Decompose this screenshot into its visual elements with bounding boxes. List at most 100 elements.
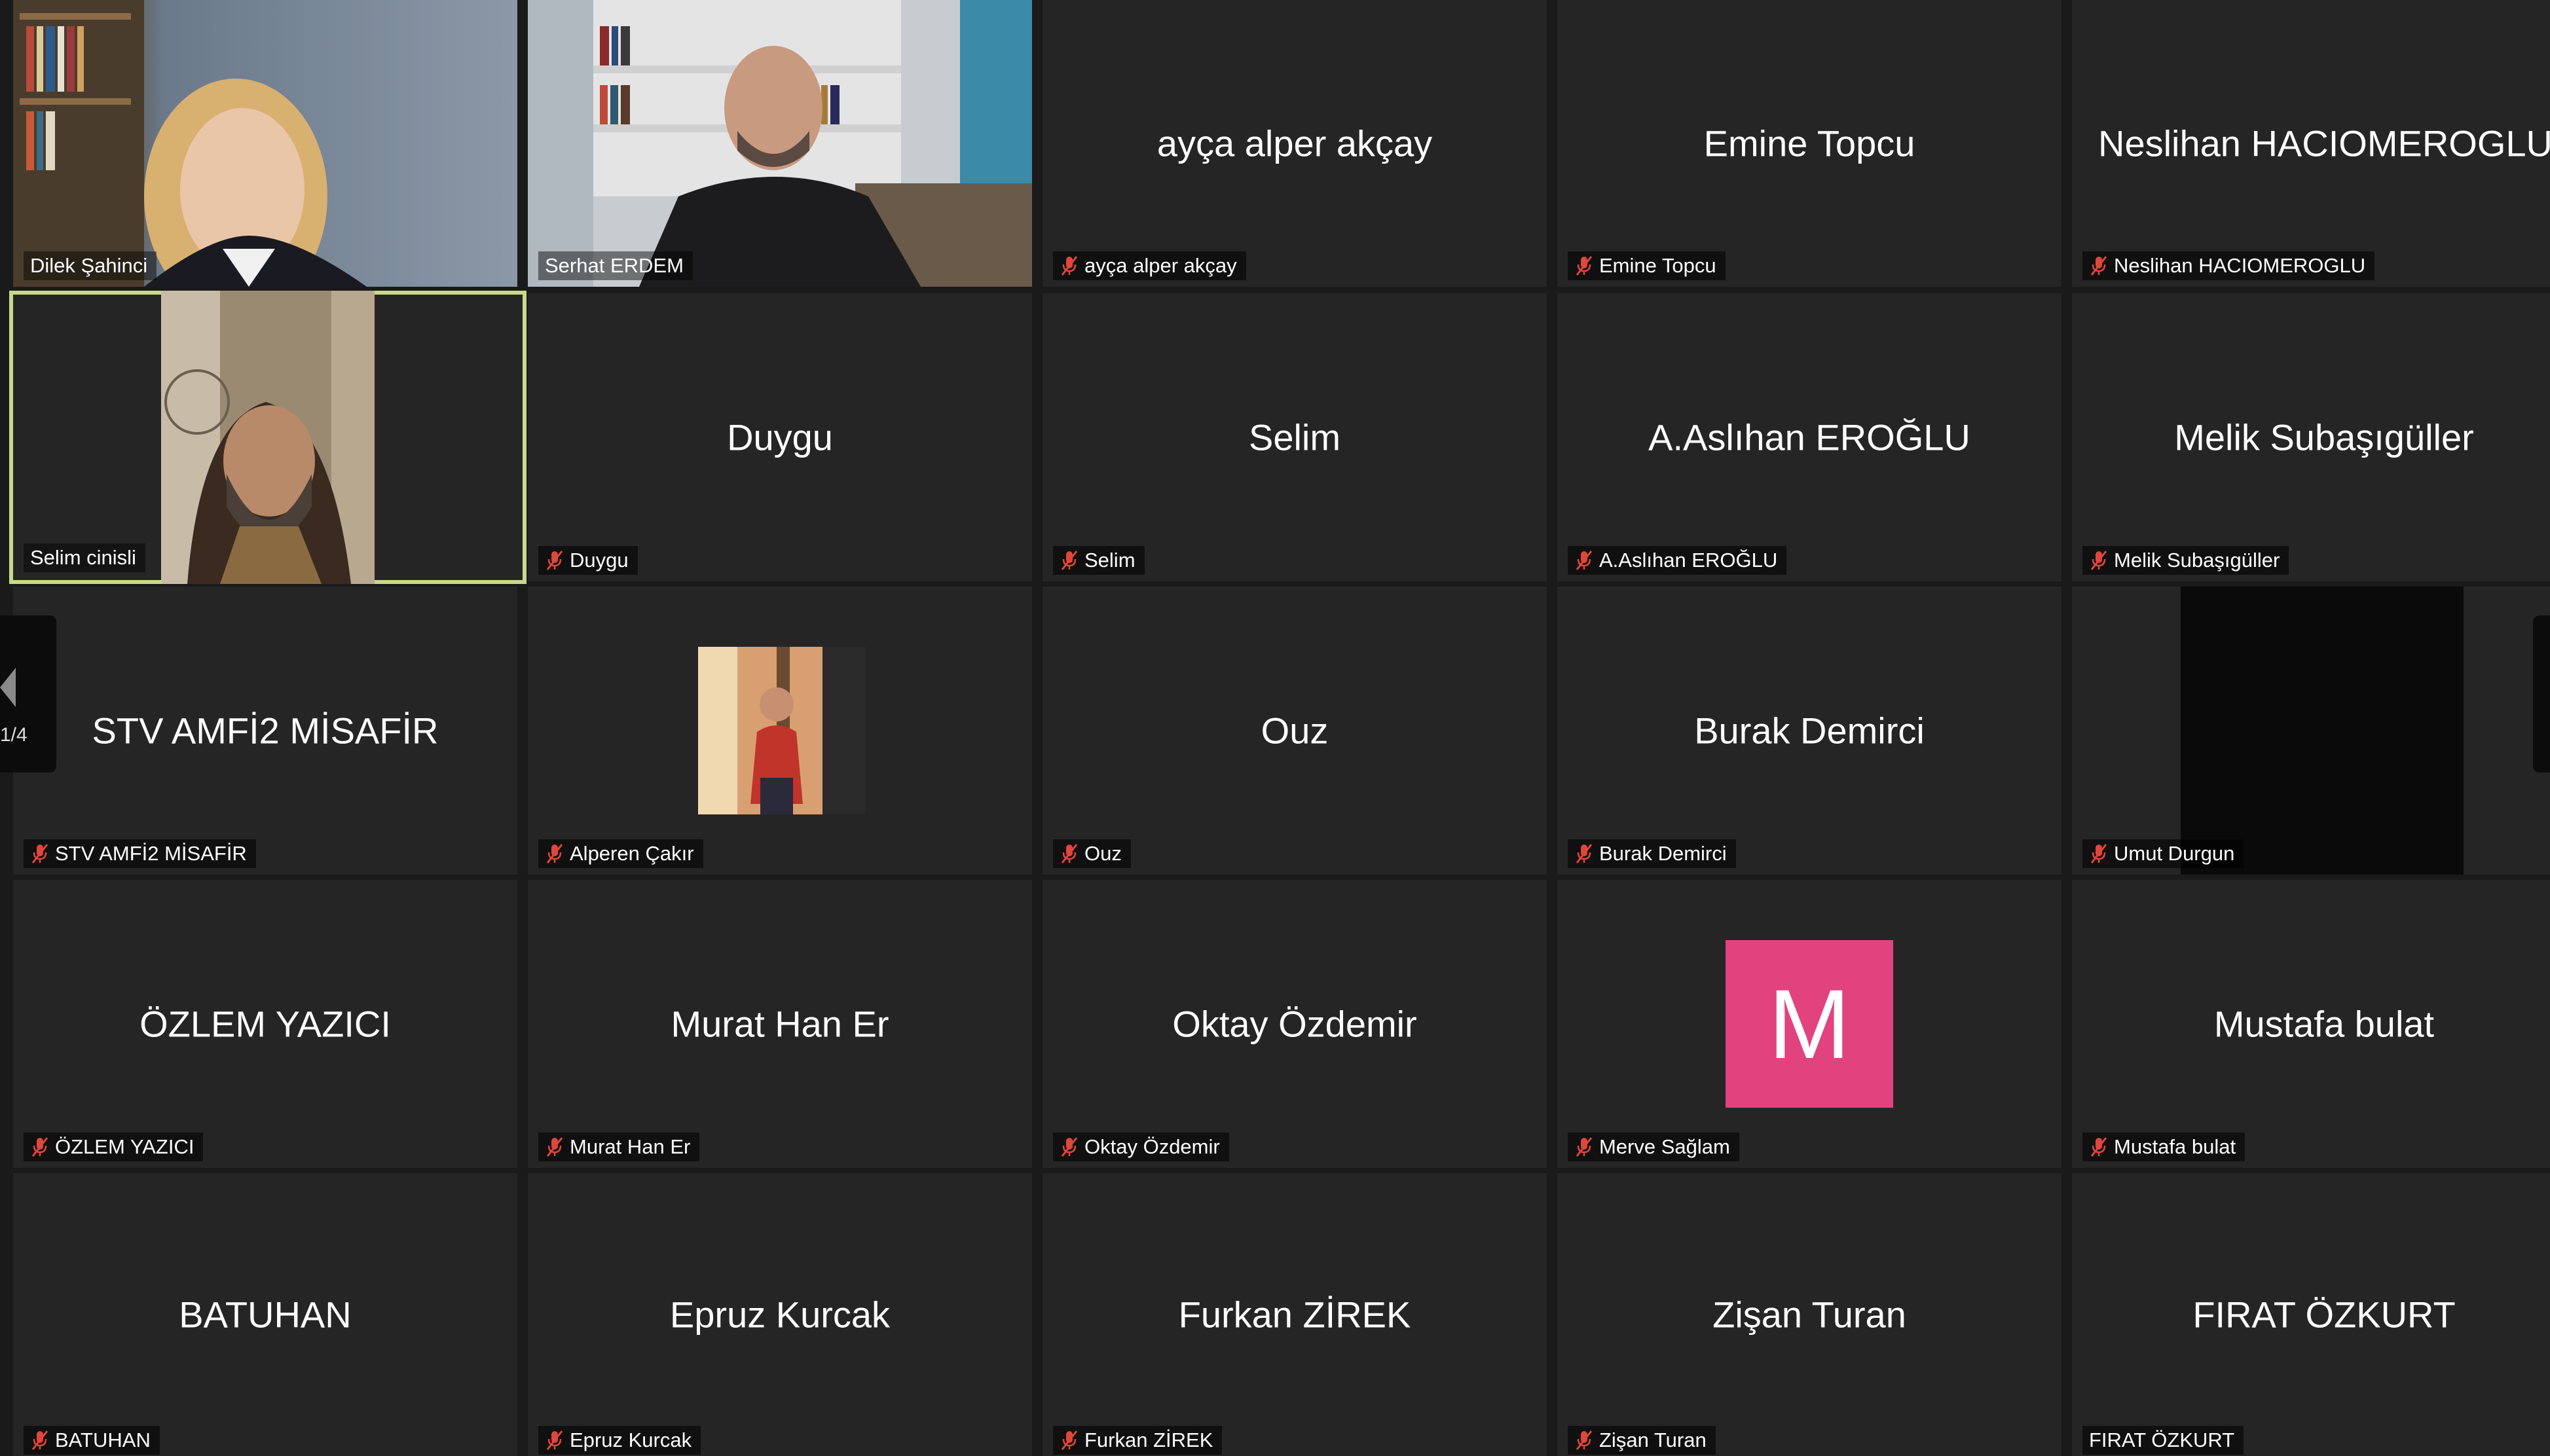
- participant-display-name: BATUHAN: [179, 1294, 352, 1336]
- participant-name-label: Oktay Özdemir: [1053, 1133, 1229, 1161]
- participant-display-name: Melik Subaşıgüller: [2174, 416, 2474, 458]
- participant-display-name: Duygu: [727, 416, 833, 458]
- participant-name: Murat Han Er: [570, 1135, 691, 1158]
- participant-name-label: BATUHAN: [24, 1426, 160, 1455]
- muted-microphone-icon: [1061, 256, 1078, 276]
- muted-microphone-icon: [546, 551, 563, 570]
- participant-name: Selim: [1084, 549, 1136, 572]
- participant-name-label: Mustafa bulat: [2082, 1133, 2245, 1161]
- video-tile-oktay[interactable]: Oktay Özdemir Oktay Özdemir: [1043, 880, 1547, 1168]
- participant-name: Alperen Çakır: [570, 842, 694, 865]
- participant-display-name: A.Aslıhan EROĞLU: [1648, 416, 1970, 458]
- muted-microphone-icon: [31, 844, 48, 864]
- video-tile-dilek[interactable]: Dilek Şahinci: [13, 0, 517, 287]
- participant-name-label: Merve Sağlam: [1568, 1133, 1739, 1161]
- participant-display-name: Emine Topcu: [1703, 122, 1915, 164]
- participant-display-name: Murat Han Er: [671, 1003, 889, 1045]
- video-tile-umut[interactable]: Umut Durgun: [2072, 587, 2550, 875]
- participant-display-name: ayça alper akçay: [1156, 122, 1433, 164]
- chevron-left-icon: [0, 668, 16, 707]
- participant-name-label: Ouz: [1053, 839, 1131, 868]
- participant-name: Epruz Kurcak: [570, 1429, 692, 1451]
- muted-microphone-icon: [1061, 1137, 1078, 1157]
- participant-name: Selim cinisli: [30, 546, 136, 569]
- participant-name: ayça alper akçay: [1084, 254, 1237, 277]
- participant-name-label: Emine Topcu: [1568, 251, 1726, 280]
- participant-video-frame: [13, 0, 367, 287]
- participant-name-label: Alperen Çakır: [538, 839, 703, 868]
- participant-name-label: Melik Subaşıgüller: [2082, 546, 2289, 575]
- muted-microphone-icon: [2090, 256, 2107, 276]
- video-tile-duygu[interactable]: Duygu Duygu: [528, 293, 1032, 581]
- participant-name-label: ayça alper akçay: [1053, 251, 1246, 280]
- participant-display-name: Ouz: [1261, 710, 1329, 752]
- participant-name-label: STV AMFİ2 MİSAFİR: [24, 839, 256, 868]
- muted-microphone-icon: [2090, 844, 2107, 864]
- participant-display-name: ÖZLEM YAZICI: [139, 1003, 391, 1045]
- participant-display-name: STV AMFİ2 MİSAFİR: [92, 710, 439, 752]
- next-page-button[interactable]: [2533, 615, 2550, 773]
- video-tile-mustafa[interactable]: Mustafa bulat Mustafa bulat: [2072, 880, 2550, 1168]
- muted-microphone-icon: [546, 1430, 563, 1450]
- muted-microphone-icon: [1576, 844, 1593, 864]
- video-tile-zisan[interactable]: Zişan Turan Zişan Turan: [1557, 1173, 2061, 1456]
- video-tile-emine[interactable]: Emine Topcu Emine Topcu: [1557, 0, 2061, 287]
- muted-microphone-icon: [546, 844, 563, 864]
- participant-video-frame: [528, 0, 1032, 287]
- profile-picture: [698, 647, 866, 814]
- participant-name-label: Epruz Kurcak: [538, 1426, 701, 1455]
- video-tile-batuhan[interactable]: BATUHAN BATUHAN: [13, 1173, 517, 1456]
- participant-name: A.Aslıhan EROĞLU: [1599, 549, 1778, 572]
- participant-name: Furkan ZİREK: [1084, 1429, 1213, 1451]
- muted-microphone-icon: [1061, 844, 1078, 864]
- participant-name: Mustafa bulat: [2114, 1135, 2236, 1158]
- video-tile-merve[interactable]: M Merve Sağlam: [1557, 880, 2061, 1168]
- participant-name: ÖZLEM YAZICI: [55, 1135, 194, 1158]
- participant-name-label: Furkan ZİREK: [1053, 1426, 1223, 1455]
- participant-name: Neslihan HACIOMEROGLU: [2114, 254, 2366, 277]
- video-tile-stv-amfi2[interactable]: STV AMFİ2 MİSAFİR STV AMFİ2 MİSAFİR: [13, 587, 517, 875]
- participant-name-label: Zişan Turan: [1568, 1426, 1716, 1455]
- muted-microphone-icon: [1576, 256, 1593, 276]
- video-tile-selim-cinisli[interactable]: Selim cinisli: [9, 291, 527, 584]
- participant-display-name: Zişan Turan: [1712, 1294, 1906, 1336]
- video-tile-epruz[interactable]: Epruz Kurcak Epruz Kurcak: [528, 1173, 1032, 1456]
- participant-name-label: Serhat ERDEM: [538, 251, 693, 280]
- participant-name: Duygu: [570, 549, 629, 572]
- previous-page-button[interactable]: 1/4: [0, 615, 56, 773]
- video-tile-burak[interactable]: Burak Demirci Burak Demirci: [1557, 587, 2061, 875]
- participant-display-name: Epruz Kurcak: [669, 1294, 891, 1336]
- video-tile-neslihan[interactable]: Neslihan HACIOMEROGLU Neslihan HACIOMERO…: [2072, 0, 2550, 287]
- participant-name: Melik Subaşıgüller: [2114, 549, 2280, 572]
- participant-name-label: Selim cinisli: [24, 543, 145, 572]
- participant-name-label: Selim: [1053, 546, 1145, 575]
- muted-microphone-icon: [546, 1137, 563, 1157]
- muted-microphone-icon: [2090, 1137, 2107, 1157]
- video-tile-aslihan[interactable]: A.Aslıhan EROĞLU A.Aslıhan EROĞLU: [1557, 293, 2061, 581]
- participant-name: FIRAT ÖZKURT: [2089, 1429, 2235, 1451]
- video-tile-selim[interactable]: Selim Selim: [1043, 293, 1547, 581]
- participant-name: Zişan Turan: [1599, 1429, 1707, 1451]
- participant-name-label: Umut Durgun: [2082, 839, 2244, 868]
- participant-video: [13, 0, 517, 287]
- participant-video: [161, 291, 375, 584]
- video-tile-serhat[interactable]: Serhat ERDEM: [528, 0, 1032, 287]
- video-tile-ayca[interactable]: ayça alper akçay ayça alper akçay: [1043, 0, 1547, 287]
- video-tile-furkan[interactable]: Furkan ZİREK Furkan ZİREK: [1043, 1173, 1547, 1456]
- video-tile-murat[interactable]: Murat Han Er Murat Han Er: [528, 880, 1032, 1168]
- participant-name: Umut Durgun: [2114, 842, 2235, 865]
- participant-name-label: ÖZLEM YAZICI: [24, 1133, 204, 1161]
- video-tile-alperen[interactable]: Alperen Çakır: [528, 587, 1032, 875]
- participant-video-frame: [161, 291, 375, 584]
- participant-name: Merve Sağlam: [1599, 1135, 1730, 1158]
- muted-microphone-icon: [1061, 551, 1078, 570]
- participant-name-label: A.Aslıhan EROĞLU: [1568, 546, 1787, 575]
- muted-microphone-icon: [1061, 1430, 1078, 1450]
- participant-name: Oktay Özdemir: [1084, 1135, 1220, 1158]
- video-tile-melik[interactable]: Melik Subaşıgüller Melik Subaşıgüller: [2072, 293, 2550, 581]
- video-tile-ouz[interactable]: Ouz Ouz: [1043, 587, 1547, 875]
- video-tile-firat[interactable]: FIRAT ÖZKURT FIRAT ÖZKURT: [2072, 1173, 2550, 1456]
- participant-display-name: Furkan ZİREK: [1178, 1294, 1411, 1336]
- video-tile-ozlem[interactable]: ÖZLEM YAZICI ÖZLEM YAZICI: [13, 880, 517, 1168]
- participant-name-label: Duygu: [538, 546, 638, 575]
